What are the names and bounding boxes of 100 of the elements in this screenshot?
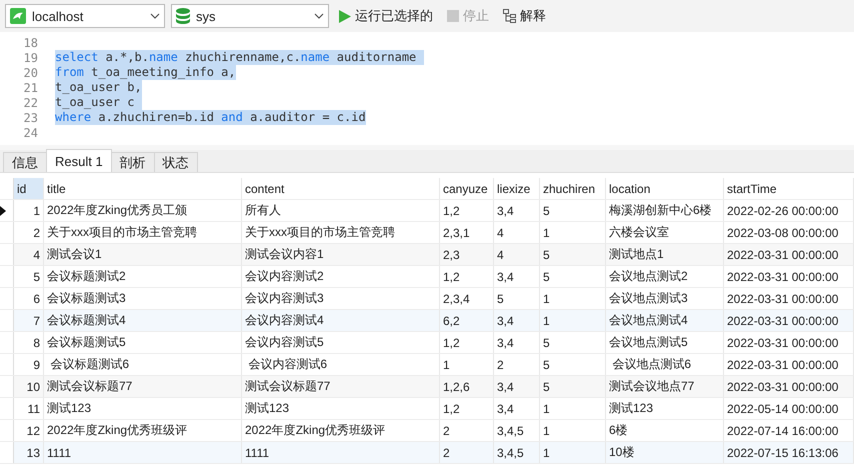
table-row[interactable]: 11 测试123 测试123 1,2 3,4 1 测试123 2022-05-14 00:00:00 — [0, 398, 854, 420]
table-cell: 1 — [540, 398, 606, 419]
stop-icon — [447, 10, 459, 22]
table-row[interactable]: 10 测试会议标题77 测试会议标题77 1,2,6 3,4 5 测试会议地点77 2022-03-31 00:00:00 — [0, 376, 854, 398]
table-cell: 测试会议1 — [44, 244, 242, 265]
table-row[interactable]: 2 关于xxx项目的市场主管竞聘 关于xxx项目的市场主管竞聘 2,3,1 4 1 六楼会议室 2022-03-08 00:00:00 — [0, 222, 854, 244]
explain-button[interactable]: 解释 — [499, 7, 550, 25]
table-cell: 1 — [540, 442, 606, 463]
table-row[interactable]: 13 1111 1111 2 3,4,5 1 10楼 2022-07-15 16:13:06 — [0, 442, 854, 464]
table-row[interactable]: 4 测试会议1 测试会议内容1 2,3 4 5 测试地点1 2022-03-31 00:00:00 — [0, 244, 854, 266]
table-cell: 5 — [494, 288, 540, 309]
table-cell: 5 — [540, 266, 606, 287]
table-cell: 10楼 — [606, 442, 724, 463]
table-cell: 2022-03-31 00:00:00 — [724, 354, 854, 375]
connection-dropdown[interactable]: localhost — [5, 4, 165, 28]
table-cell: 3,4,5 — [494, 442, 540, 463]
table-cell: 会议内容测试2 — [242, 266, 440, 287]
table-row[interactable]: 6 会议标题测试3 会议内容测试3 2,3,4 5 1 会议地点测试3 2022-03-31 00:00:00 — [0, 288, 854, 310]
table-cell: 6 — [14, 288, 44, 309]
table-cell: 2 — [440, 420, 494, 441]
table-cell: 3,4 — [494, 398, 540, 419]
table-cell: 3,4 — [494, 376, 540, 397]
line-number: 22 — [22, 96, 39, 110]
table-cell: 1 — [540, 288, 606, 309]
table-cell: 测试地点1 — [606, 244, 724, 265]
result-tab[interactable]: 状态 — [154, 152, 198, 172]
result-tab[interactable]: 信息 — [3, 152, 47, 172]
table-cell: 4 — [494, 222, 540, 243]
table-cell: 5 — [540, 332, 606, 353]
table-cell: 测试会议标题77 — [44, 376, 242, 397]
table-cell: 2 — [440, 442, 494, 463]
table-cell: 测试会议内容1 — [242, 244, 440, 265]
table-cell: 1 — [540, 310, 606, 331]
table-cell: 2022-03-31 00:00:00 — [724, 244, 854, 265]
table-cell: 2022-07-14 16:00:00 — [724, 420, 854, 441]
table-cell: 会议内容测试3 — [242, 288, 440, 309]
table-cell: 2022-02-26 00:00:00 — [724, 200, 854, 221]
table-cell: 2022-03-31 00:00:00 — [724, 310, 854, 331]
table-cell: 会议标题测试2 — [44, 266, 242, 287]
column-header[interactable]: id — [14, 178, 44, 199]
table-cell: 7 — [14, 310, 44, 331]
table-cell: 2 — [494, 354, 540, 375]
column-header[interactable]: zhuchiren — [540, 178, 606, 199]
table-row[interactable]: 8 会议标题测试5 会议内容测试5 1,2 3,4 5 会议地点测试5 2022-03-31 00:00:00 — [0, 332, 854, 354]
table-cell: 11 — [14, 398, 44, 419]
table-cell: 会议地点测试3 — [606, 288, 724, 309]
table-row[interactable]: 12 2022年度Zking优秀班级评 2022年度Zking优秀班级评 2 3,4,5 1 6楼 2022-07-14 16:00:00 — [0, 420, 854, 442]
table-cell: 1,2 — [440, 332, 494, 353]
table-cell: 1111 — [44, 442, 242, 463]
table-cell: 4 — [494, 244, 540, 265]
table-cell: 1,2 — [440, 398, 494, 419]
table-cell: 测试会议标题77 — [242, 376, 440, 397]
table-row[interactable]: 5 会议标题测试2 会议内容测试2 1,2 3,4 5 会议地点测试2 2022-03-31 00:00:00 — [0, 266, 854, 288]
table-cell: 13 — [14, 442, 44, 463]
line-number: 24 — [22, 126, 39, 140]
table-cell: 3,4 — [494, 310, 540, 331]
table-cell: 2,3,4 — [440, 288, 494, 309]
table-cell: 5 — [14, 266, 44, 287]
table-cell: 会议内容测试6 — [242, 354, 440, 375]
table-cell: 会议标题测试3 — [44, 288, 242, 309]
table-cell: 2022-03-31 00:00:00 — [724, 376, 854, 397]
run-button[interactable]: 运行已选择的 — [335, 7, 437, 25]
table-cell: 10 — [14, 376, 44, 397]
database-dropdown[interactable]: sys — [171, 4, 329, 28]
table-cell: 六楼会议室 — [606, 222, 724, 243]
table-cell: 12 — [14, 420, 44, 441]
table-cell: 会议标题测试4 — [44, 310, 242, 331]
play-icon — [339, 10, 351, 22]
table-cell: 5 — [540, 200, 606, 221]
table-cell: 2022年度Zking优秀班级评 — [44, 420, 242, 441]
table-cell: 会议地点测试6 — [606, 354, 724, 375]
column-header[interactable]: title — [44, 178, 242, 199]
table-row[interactable]: 7 会议标题测试4 会议内容测试4 6,2 3,4 1 会议地点测试4 2022-03-31 00:00:00 — [0, 310, 854, 332]
table-cell: 会议地点测试2 — [606, 266, 724, 287]
table-cell: 2,3,1 — [440, 222, 494, 243]
row-header[interactable] — [0, 200, 14, 221]
table-cell: 2022-07-15 16:13:06 — [724, 442, 854, 463]
line-number: 19 — [22, 50, 39, 64]
result-tab[interactable]: Result 1 — [46, 149, 112, 172]
table-cell: 5 — [540, 354, 606, 375]
table-cell: 2022-03-08 00:00:00 — [724, 222, 854, 243]
column-header[interactable]: startTime — [724, 178, 854, 199]
table-cell: 9 — [14, 354, 44, 375]
table-cell: 测试123 — [242, 398, 440, 419]
table-cell: 会议标题测试6 — [44, 354, 242, 375]
table-cell: 1 — [540, 420, 606, 441]
table-cell: 会议标题测试5 — [44, 332, 242, 353]
result-tab[interactable]: 剖析 — [110, 152, 155, 172]
table-cell: 6,2 — [440, 310, 494, 331]
table-cell: 关于xxx项目的市场主管竞聘 — [44, 222, 242, 243]
table-cell: 1 — [440, 354, 494, 375]
table-cell: 会议地点测试4 — [606, 310, 724, 331]
table-row[interactable]: 9 会议标题测试6 会议内容测试6 1 2 5 会议地点测试6 2022-03-31 00:00:00 — [0, 354, 854, 376]
table-cell: 所有人 — [242, 200, 440, 221]
table-row[interactable]: 1 2022年度Zking优秀员工颁 所有人 1,2 3,4 5 梅溪湖创新中心6楼 2022-02-26 00:00:00 — [0, 200, 854, 222]
table-cell: 测试123 — [44, 398, 242, 419]
table-cell: 3,4 — [494, 200, 540, 221]
table-cell: 1 — [540, 222, 606, 243]
table-cell: 2022年度Zking优秀员工颁 — [44, 200, 242, 221]
table-cell: 1 — [14, 200, 44, 221]
